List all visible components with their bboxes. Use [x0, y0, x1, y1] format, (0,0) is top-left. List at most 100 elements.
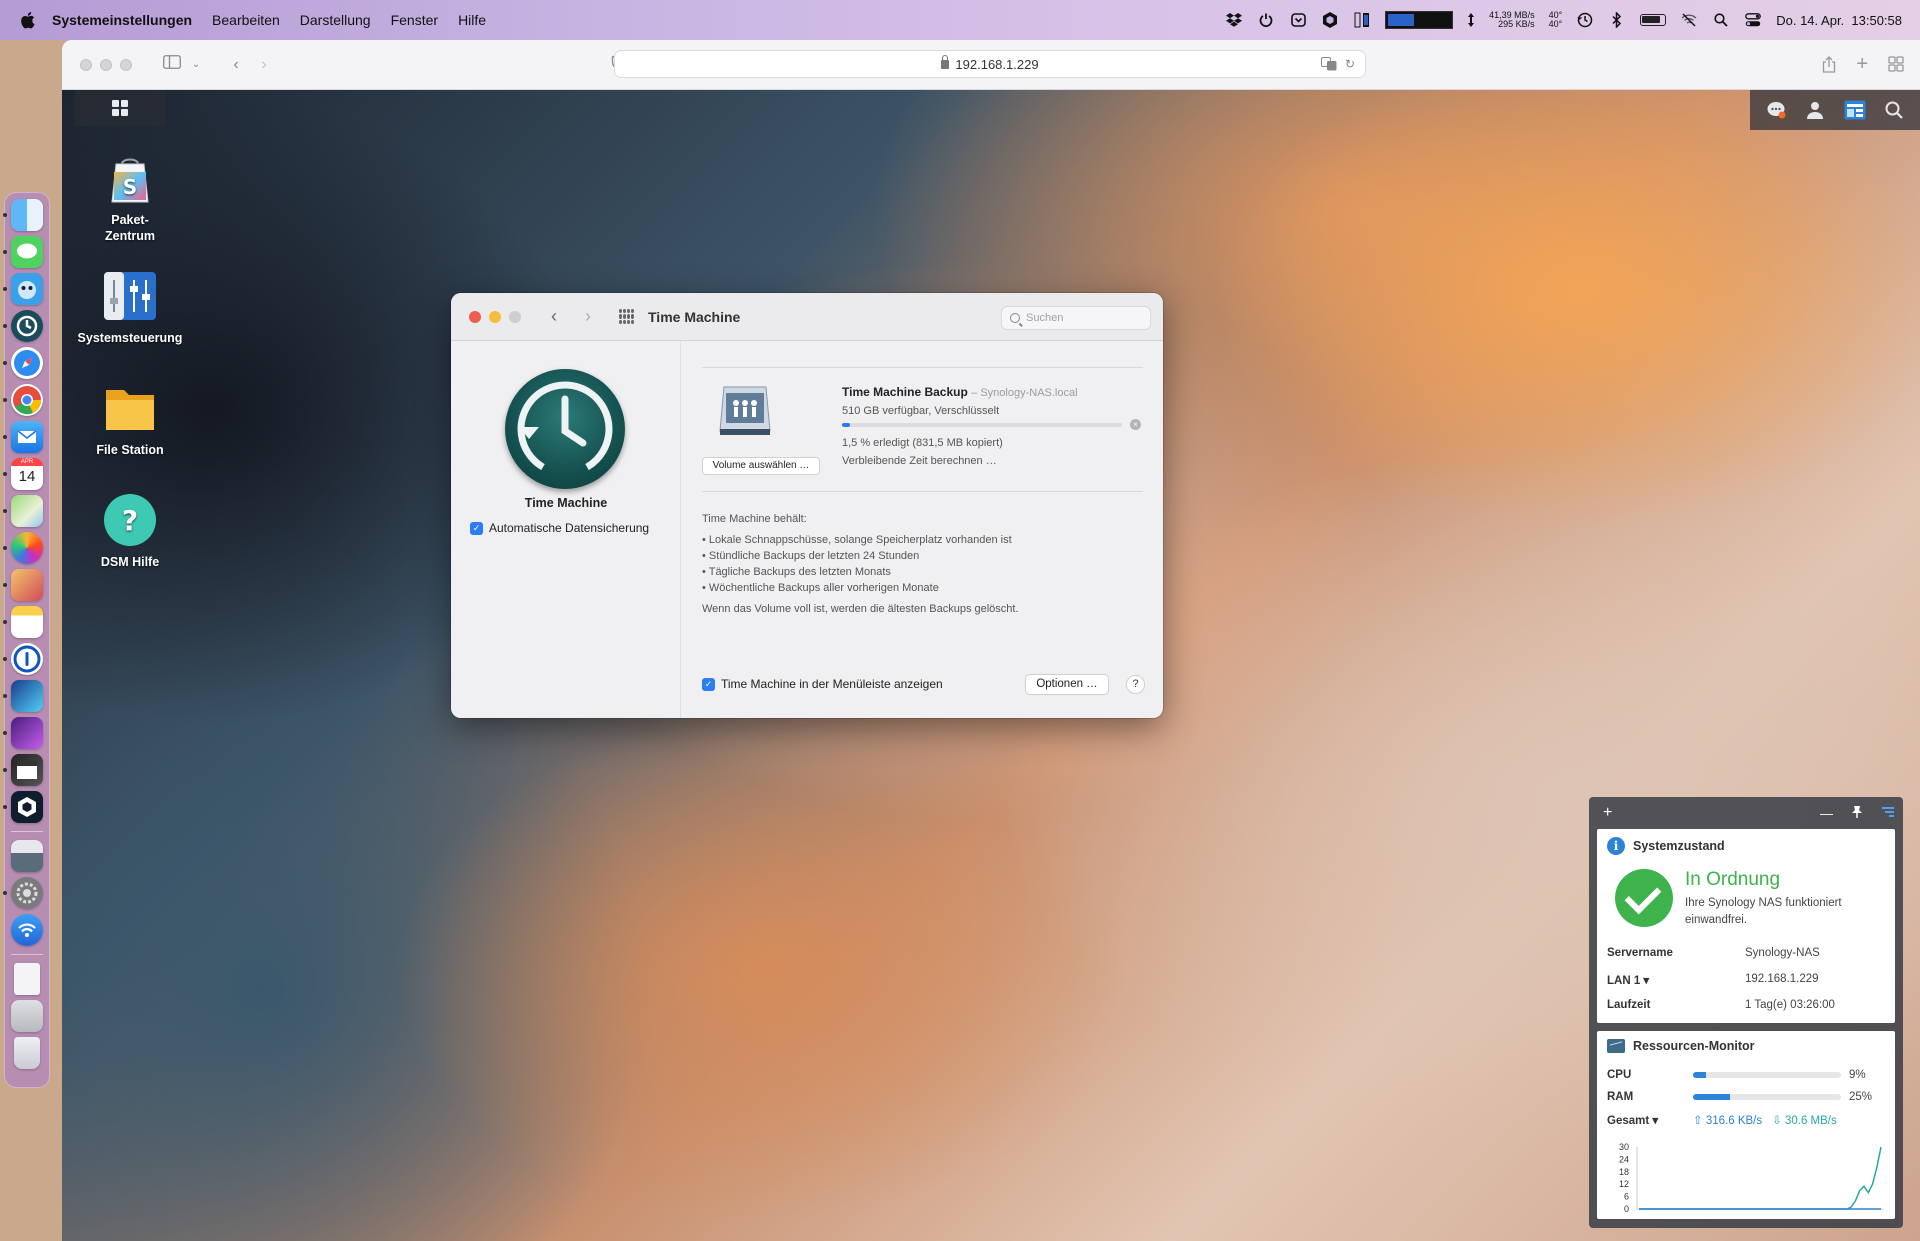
show-all-icon[interactable]: [619, 309, 634, 324]
share-icon[interactable]: [1822, 56, 1836, 78]
photos-icon[interactable]: [3, 532, 43, 564]
close-button[interactable]: [469, 310, 481, 323]
info-row: LAN 1 ▾ 192.168.1.229: [1607, 973, 1887, 987]
messages-icon[interactable]: [3, 236, 43, 268]
zoom-window-button[interactable]: [120, 58, 132, 71]
chrome-icon[interactable]: [3, 384, 43, 416]
time-machine-icon[interactable]: [3, 310, 43, 342]
retention-item: Stündliche Backups der letzten 24 Stunde…: [702, 548, 1019, 564]
search-field[interactable]: Suchen: [1001, 306, 1151, 330]
minimize-widgets-icon[interactable]: —: [1820, 806, 1833, 821]
desktop-icon-dsm-help[interactable]: ? DSM Hilfe: [70, 492, 190, 570]
auto-backup-label[interactable]: Automatische Datensicherung: [489, 521, 649, 535]
pocket-icon[interactable]: [1289, 12, 1307, 28]
sideloader-status-icon[interactable]: [1321, 12, 1339, 28]
back-icon[interactable]: ‹: [547, 306, 561, 327]
health-description: Ihre Synology NAS funktioniert einwandfr…: [1685, 897, 1842, 926]
reload-icon[interactable]: ↻: [1345, 57, 1355, 74]
menu-fenster[interactable]: Fenster: [391, 12, 438, 28]
auto-backup-checkbox[interactable]: ✓: [470, 521, 483, 535]
finder-icon[interactable]: [3, 199, 43, 231]
prefs-right-pane: Volume auswählen … Time Machine Backup –…: [682, 341, 1163, 718]
affinity-icon[interactable]: [3, 569, 43, 601]
1password-icon[interactable]: [3, 643, 43, 675]
pin-icon[interactable]: [1851, 805, 1863, 822]
add-widget-icon[interactable]: +: [1603, 804, 1612, 822]
power-icon[interactable]: [1257, 12, 1275, 28]
temperature-stats[interactable]: 40° 40°: [1549, 11, 1563, 29]
progress-text: 1,5 % erledigt (831,5 MB kopiert): [842, 437, 1003, 449]
translate-icon[interactable]: [1320, 57, 1337, 74]
show-in-menubar-label[interactable]: Time Machine in der Menüleiste anzeigen: [721, 677, 943, 691]
final-cut-icon[interactable]: [3, 754, 43, 786]
notifications-icon[interactable]: [1765, 99, 1787, 121]
memory-status-icon[interactable]: [1353, 12, 1371, 28]
affinity-designer-icon[interactable]: [3, 680, 43, 712]
desktop-icon-control-panel[interactable]: Systemsteuerung: [70, 268, 190, 346]
time-machine-status-icon[interactable]: [1576, 12, 1594, 28]
calendar-icon[interactable]: APR 14: [3, 458, 43, 490]
maps-icon[interactable]: [3, 495, 43, 527]
files-icon[interactable]: [11, 1000, 43, 1032]
network-stats[interactable]: 41,39 MB/s 295 KB/s: [1489, 11, 1535, 29]
main-menu-button[interactable]: [75, 90, 165, 126]
safari-icon[interactable]: [3, 347, 43, 379]
menu-hilfe[interactable]: Hilfe: [458, 12, 486, 28]
mail-icon[interactable]: [3, 421, 43, 453]
minimize-window-button[interactable]: [100, 58, 112, 71]
cpu-graph[interactable]: [1385, 11, 1454, 29]
document-icon[interactable]: [14, 963, 40, 995]
show-in-menubar-checkbox[interactable]: ✓: [702, 677, 715, 691]
backup-disk-name: Time Machine Backup – Synology-NAS.local: [842, 385, 1078, 399]
control-center-icon[interactable]: [1744, 12, 1762, 28]
new-tab-icon[interactable]: +: [1856, 54, 1868, 78]
forward-icon[interactable]: ›: [581, 306, 595, 327]
minimize-button[interactable]: [489, 310, 501, 323]
widgets-panel: + — i Systemzustand In Ordnung Ihre Syno…: [1589, 797, 1903, 1228]
tab-overview-icon[interactable]: [1888, 56, 1904, 78]
search-icon[interactable]: [1883, 99, 1905, 121]
tweetbot-icon[interactable]: [3, 273, 43, 305]
lan-dropdown[interactable]: LAN 1 ▾: [1607, 973, 1745, 987]
widgets-icon[interactable]: [1844, 99, 1866, 121]
chevron-down-icon[interactable]: ⌄: [186, 59, 206, 70]
preview-icon[interactable]: [11, 840, 43, 872]
network-dropdown[interactable]: Gesamt ▾: [1607, 1113, 1693, 1127]
wifi-off-icon[interactable]: [1680, 12, 1698, 28]
menu-darstellung[interactable]: Darstellung: [300, 12, 371, 28]
stop-backup-button[interactable]: ×: [1130, 419, 1141, 430]
wifi-icon[interactable]: [11, 914, 43, 946]
retention-label: Time Machine behält:: [702, 513, 807, 525]
prefs-left-pane: Time Machine ✓ Automatische Datensicheru…: [451, 341, 681, 718]
user-icon[interactable]: [1804, 99, 1826, 121]
affinity-photo-icon[interactable]: [3, 717, 43, 749]
close-window-button[interactable]: [80, 58, 92, 71]
menu-bearbeiten[interactable]: Bearbeiten: [212, 12, 280, 28]
desktop-icon-package-center[interactable]: S Paket- Zentrum: [70, 150, 190, 244]
y-tick-label: 12: [1619, 1179, 1629, 1189]
desktop-icon-file-station[interactable]: File Station: [70, 380, 190, 458]
notes-icon[interactable]: [3, 606, 43, 638]
forward-icon[interactable]: ›: [254, 56, 274, 74]
options-button[interactable]: Optionen …: [1025, 674, 1109, 695]
back-icon[interactable]: ‹: [226, 56, 246, 74]
sidebar-toggle-icon[interactable]: [162, 55, 182, 74]
zoom-button[interactable]: [509, 310, 521, 323]
sideloader-icon[interactable]: [3, 791, 43, 823]
clock-text[interactable]: Do. 14. Apr. 13:50:58: [1776, 13, 1902, 28]
battery-icon[interactable]: [1640, 14, 1667, 26]
help-button[interactable]: ?: [1126, 675, 1145, 694]
dropbox-icon[interactable]: [1225, 12, 1243, 28]
ram-bar-fill: [1693, 1094, 1730, 1100]
apple-menu-icon[interactable]: [18, 11, 36, 29]
trash-icon[interactable]: [14, 1037, 40, 1069]
select-volume-button[interactable]: Volume auswählen …: [702, 457, 820, 475]
widget-layout-icon[interactable]: [1881, 805, 1895, 822]
bluetooth-icon[interactable]: [1608, 12, 1626, 28]
menu-app-name[interactable]: Systemeinstellungen: [52, 12, 192, 28]
file-station-icon: [102, 380, 158, 436]
series-line-0: [1639, 1146, 1882, 1210]
spotlight-search-icon[interactable]: [1712, 12, 1730, 28]
address-bar[interactable]: 192.168.1.229 ↻: [614, 50, 1366, 78]
system-preferences-icon[interactable]: [3, 877, 43, 909]
